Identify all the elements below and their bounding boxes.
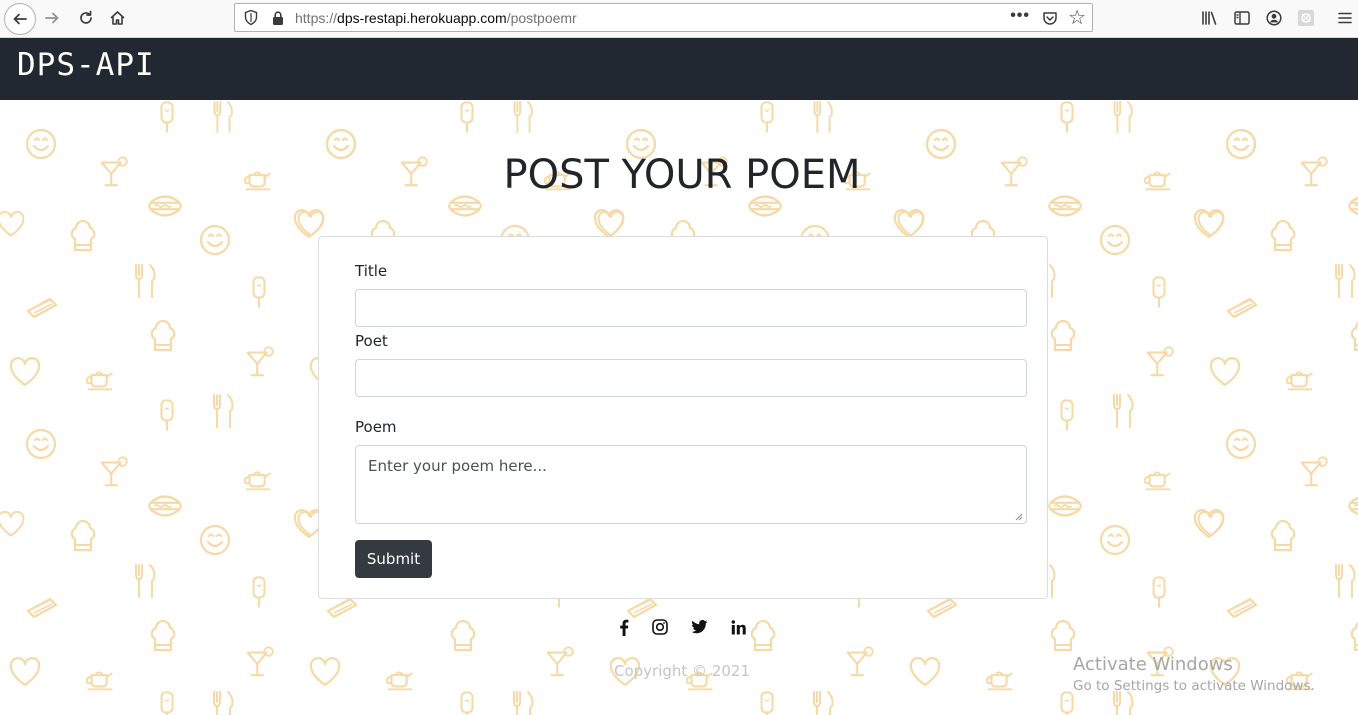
poem-label: Poem	[355, 418, 397, 436]
url-bar[interactable]: https://dps-restapi.herokuapp.com/postpo…	[234, 3, 1093, 32]
poem-form-card: Title Poet Poem Submit	[318, 236, 1048, 599]
tracking-shield-icon[interactable]	[243, 9, 259, 26]
linkedin-icon[interactable]	[728, 617, 748, 637]
back-button[interactable]	[4, 3, 36, 35]
reload-button[interactable]	[72, 5, 100, 31]
lock-icon[interactable]	[271, 10, 285, 26]
poet-input[interactable]	[355, 359, 1027, 397]
brand-logo[interactable]: DPS-API	[17, 47, 155, 83]
submit-button[interactable]: Submit	[355, 540, 432, 578]
reload-icon	[80, 10, 92, 24]
site-navbar: DPS-API	[0, 38, 1358, 100]
library-icon[interactable]	[1199, 7, 1221, 29]
sidebar-icon[interactable]	[1231, 7, 1253, 29]
forward-button[interactable]	[38, 5, 66, 31]
bookmark-star-icon[interactable]: ☆	[1068, 5, 1086, 30]
arrow-right-icon	[45, 12, 59, 24]
instagram-icon[interactable]	[650, 617, 670, 637]
poet-label: Poet	[355, 332, 388, 350]
home-button[interactable]	[103, 5, 131, 31]
account-icon[interactable]	[1263, 7, 1285, 29]
arrow-left-icon	[13, 13, 27, 25]
twitter-icon[interactable]	[689, 617, 709, 637]
pocket-icon[interactable]	[1042, 10, 1058, 26]
extension-icon[interactable]	[1295, 7, 1317, 29]
hamburger-menu-icon[interactable]	[1334, 7, 1356, 29]
resize-grip-icon[interactable]	[1015, 513, 1023, 521]
facebook-icon[interactable]	[614, 617, 634, 637]
home-icon	[109, 11, 125, 25]
copyright-text: Copyright © 2021	[614, 662, 751, 680]
activate-windows-watermark: Activate Windows Go to Settings to activ…	[1073, 654, 1315, 694]
activate-windows-title: Activate Windows	[1073, 654, 1233, 675]
title-input[interactable]	[355, 289, 1027, 327]
page-actions-menu-icon[interactable]: •••	[1010, 7, 1030, 25]
url-text[interactable]: https://dps-restapi.herokuapp.com/postpo…	[295, 10, 577, 26]
poem-textarea[interactable]	[355, 445, 1027, 524]
activate-windows-subtitle: Go to Settings to activate Windows.	[1073, 678, 1315, 694]
browser-toolbar: https://dps-restapi.herokuapp.com/postpo…	[0, 0, 1358, 38]
page-title: POST YOUR POEM	[503, 152, 861, 198]
title-label: Title	[355, 262, 388, 280]
